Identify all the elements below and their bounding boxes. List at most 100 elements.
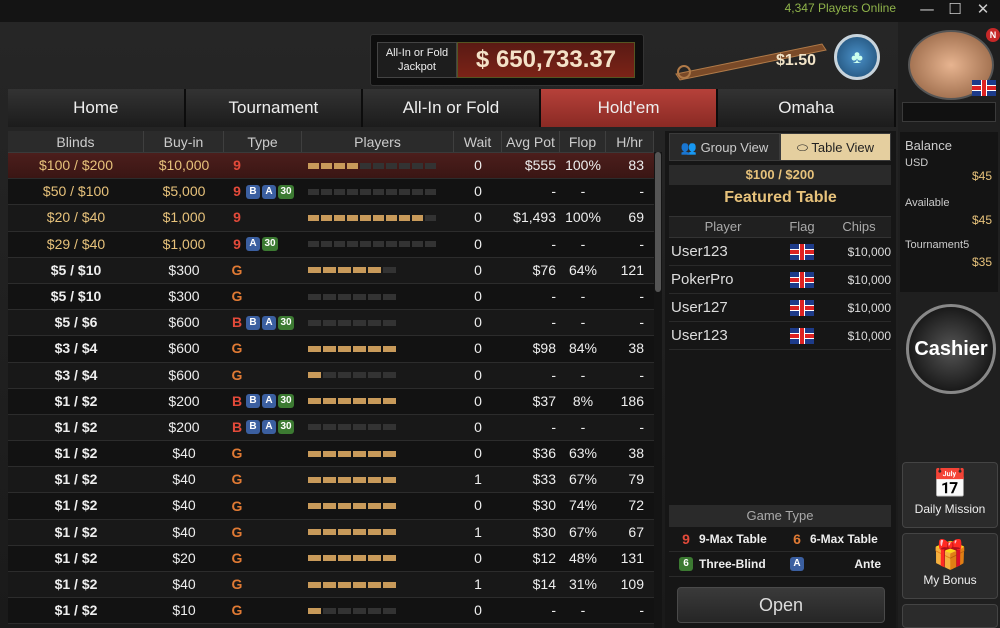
tab-home[interactable]: Home — [8, 89, 186, 127]
table-row[interactable]: $1 / $2 $20 G 0 $12 48% 131 — [8, 545, 654, 572]
table-row[interactable]: $20 / $40 $1,000 9 0 $1,493 100% 69 — [8, 205, 654, 232]
tab-all-in-or-fold[interactable]: All-In or Fold — [363, 89, 541, 127]
featured-player-row[interactable]: PokerPro $10,000 — [669, 266, 891, 294]
minimize-icon[interactable]: — — [916, 0, 938, 20]
col-buyin[interactable]: Buy-in — [144, 131, 224, 152]
row-wait: 0 — [474, 392, 482, 409]
six-max-icon: G — [231, 523, 243, 540]
seat-filled — [308, 529, 321, 536]
col-flop[interactable]: Flop — [560, 131, 606, 152]
seat-empty — [308, 319, 321, 326]
col-hhr[interactable]: H/hr — [606, 131, 654, 152]
table-row[interactable]: $100 / $200 $10,000 9 0 $555 100% 83 — [8, 153, 654, 180]
group-view-button[interactable]: 👥 Group View — [669, 133, 780, 161]
seat-empty — [399, 188, 410, 195]
seat-empty — [353, 319, 366, 326]
row-blinds: $5 / $10 — [50, 261, 102, 278]
row-flop: 74% — [568, 497, 598, 514]
my-bonus-button[interactable]: 🎁 My Bonus — [902, 533, 998, 599]
table-row[interactable]: $1 / $2 $40 G 1 $30 67% 67 — [8, 519, 654, 546]
maximize-icon[interactable]: ☐ — [944, 0, 966, 20]
table-row[interactable]: $1 / $2 $10 G 0 - - - — [8, 598, 654, 625]
table-scrollbar[interactable] — [654, 152, 662, 628]
seat-empty — [323, 424, 336, 431]
b-tag-icon: B — [246, 184, 260, 199]
cashier-button[interactable]: Cashier — [906, 304, 996, 394]
col-players[interactable]: Players — [302, 131, 454, 152]
seat-empty — [425, 241, 436, 248]
row-flop: - — [580, 235, 586, 252]
open-button[interactable]: Open — [677, 587, 885, 623]
timer-tag-icon: 30 — [278, 394, 294, 409]
seat-empty — [353, 424, 366, 431]
scrollbar-thumb[interactable] — [655, 152, 661, 292]
table-row[interactable]: $1 / $2 $40 G 1 $33 67% 79 — [8, 467, 654, 494]
tab-holdem[interactable]: Hold'em — [540, 89, 719, 127]
row-type: G — [224, 572, 302, 597]
seat-empty — [338, 607, 351, 614]
row-blinds: $1 / $2 — [54, 392, 98, 409]
table-row[interactable]: $1 / $2 $200 B B A 30 0 $37 8% 186 — [8, 388, 654, 415]
notification-badge: N — [986, 28, 1000, 42]
tournament-amount: $35 — [971, 255, 992, 269]
seat-filled — [399, 214, 410, 221]
row-avg-pot: - — [551, 366, 556, 383]
col-avg-pot[interactable]: Avg Pot — [502, 131, 560, 152]
row-blinds: $20 / $40 — [46, 209, 106, 226]
table-row[interactable]: $3 / $4 $600 G 0 $98 84% 38 — [8, 336, 654, 363]
player-chips: $10,000 — [847, 244, 891, 259]
table-row[interactable]: $5 / $10 $300 G 0 $76 64% 121 — [8, 257, 654, 284]
col-type[interactable]: Type — [224, 131, 302, 152]
table-row[interactable]: $5 / $10 $300 G 0 - - - — [8, 283, 654, 311]
seat-filled — [368, 581, 381, 588]
row-flop: 64% — [568, 261, 598, 278]
row-avg-pot: - — [551, 183, 556, 200]
seat-empty — [360, 241, 371, 248]
table-row[interactable]: $1 / $2 $40 G 1 $14 31% 109 — [8, 572, 654, 599]
seat-empty — [353, 293, 366, 300]
featured-player-row[interactable]: User127 $10,000 — [669, 294, 891, 322]
available-label: Available — [905, 197, 950, 209]
table-row[interactable]: $3 / $4 $600 G 0 - - - — [8, 362, 654, 389]
seat-empty — [399, 241, 410, 248]
featured-player-row[interactable]: User123 $10,000 — [669, 238, 891, 266]
row-flop: 67% — [568, 471, 598, 488]
seat-filled — [353, 503, 366, 510]
tab-tournament[interactable]: Tournament — [185, 89, 364, 127]
row-blinds: $1 / $2 — [54, 523, 98, 540]
seat-empty — [412, 162, 423, 169]
row-wait: 0 — [474, 366, 482, 383]
featured-player-row[interactable]: User123 $10,000 — [669, 322, 891, 350]
uk-flag-icon — [972, 80, 996, 96]
table-row[interactable]: $1 / $2 $40 G 0 $36 63% 38 — [8, 441, 654, 468]
table-row[interactable]: $5 / $6 $600 B B A 30 0- - - — [8, 310, 654, 337]
more-button[interactable] — [902, 604, 998, 628]
daily-mission-button[interactable]: 📅 Daily Mission — [902, 462, 998, 528]
col-blinds[interactable]: Blinds — [8, 131, 144, 152]
row-buyin: $40 — [172, 523, 196, 540]
legend-label: Three-Blind — [699, 557, 766, 571]
close-icon[interactable]: ✕ — [972, 0, 994, 20]
table-row[interactable]: $50 / $100 $5,000 9 B A 30 0 - - - — [8, 179, 654, 206]
seat-filled — [308, 476, 321, 483]
col-wait[interactable]: Wait — [454, 131, 502, 152]
view-toggle: 👥 Group View ⬭ Table View — [669, 133, 891, 161]
seat-empty — [308, 293, 321, 300]
table-body: $100 / $200 $10,000 9 0 $555 100% 83 $50 / $100… — [8, 153, 654, 625]
table-row[interactable]: $1 / $2 $200 B B A 30 0- - - — [8, 414, 654, 442]
table-row[interactable]: $1 / $2 $40 G 0 $30 74% 72 — [8, 493, 654, 520]
row-type: G — [224, 258, 302, 283]
game-type-title: Game Type — [669, 505, 891, 527]
rank-badge-icon[interactable]: ♣ — [834, 34, 880, 80]
seat-filled — [386, 214, 397, 221]
table-view-button[interactable]: ⬭ Table View — [780, 133, 891, 161]
tab-omaha[interactable]: Omaha — [718, 89, 896, 127]
table-row[interactable]: $29 / $40 $1,000 9 A 30 0 - - - — [8, 231, 654, 258]
row-type: 9 — [224, 153, 302, 178]
table-header: Blinds Buy-in Type Players Wait Avg Pot … — [8, 131, 654, 153]
row-type: G — [224, 441, 302, 466]
seat-filled — [308, 450, 321, 457]
row-wait: 0 — [474, 445, 482, 462]
jackpot-label: All-In or Fold Jackpot — [377, 42, 457, 78]
timer-tag-icon: 30 — [278, 315, 294, 330]
